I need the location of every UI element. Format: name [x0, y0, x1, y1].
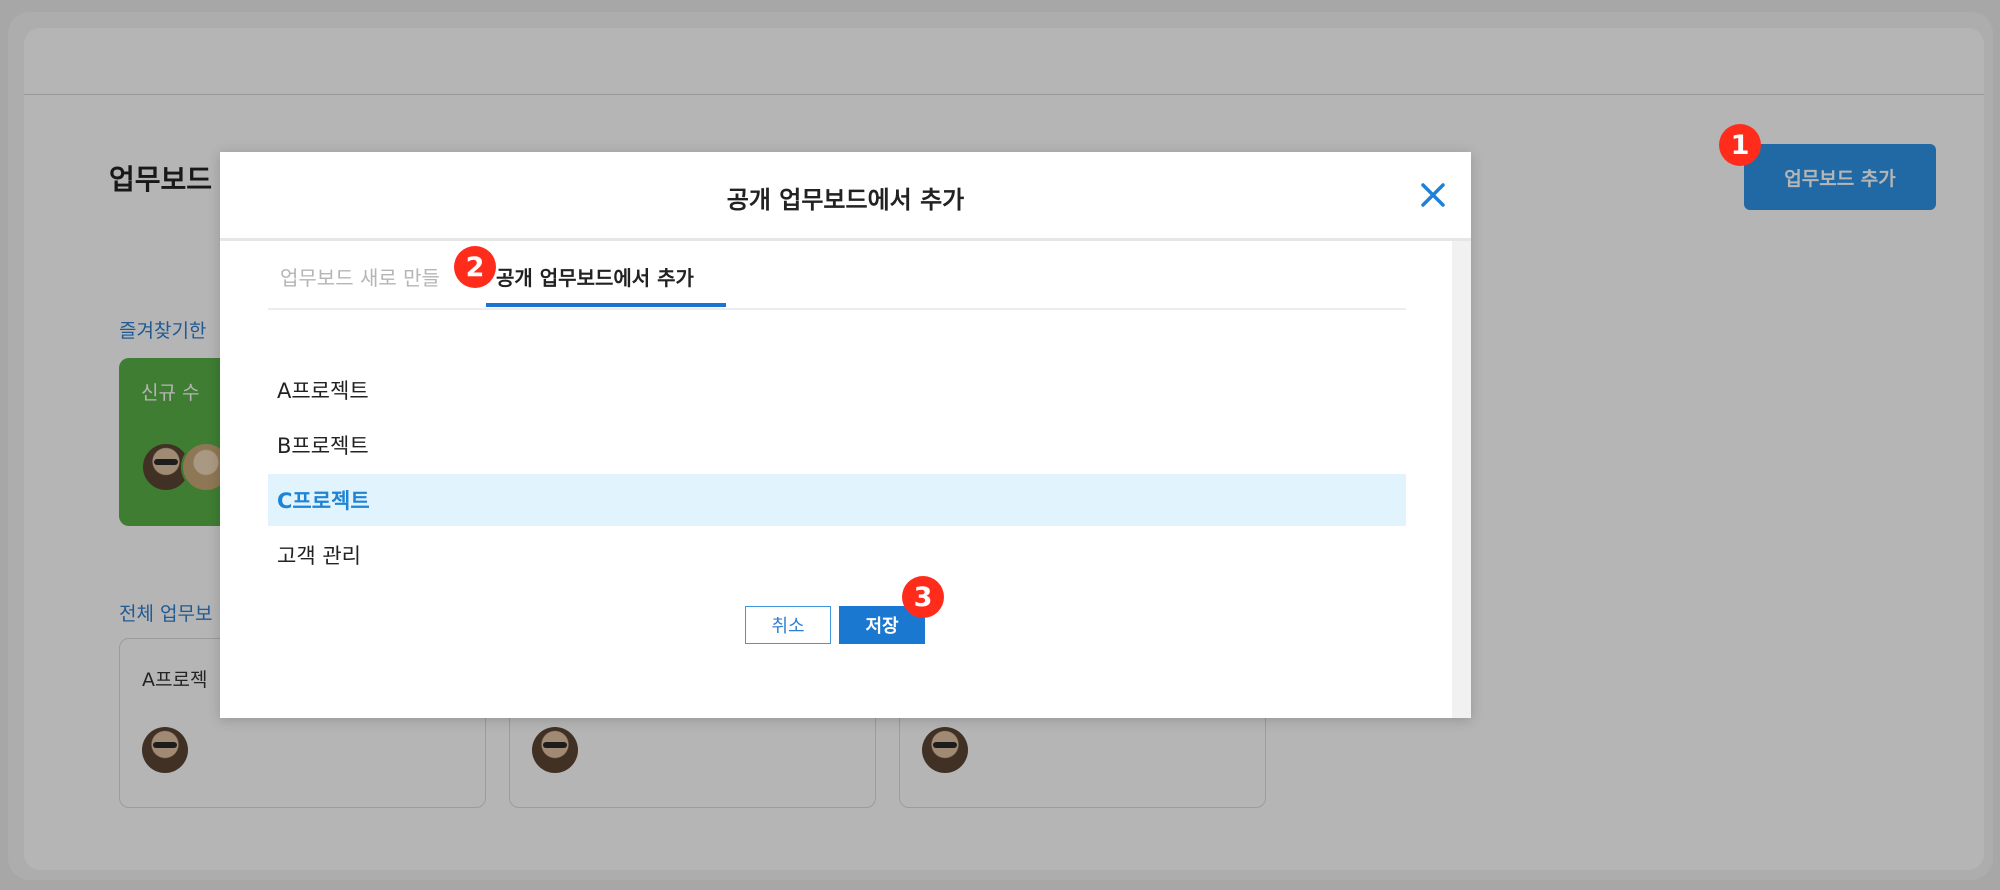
add-from-public-board-dialog: 공개 업무보드에서 추가 업무보드 새로 만들 공개 업무보드에서 추가 A프로… [220, 152, 1471, 718]
dialog-scrollbar[interactable] [1452, 241, 1471, 718]
list-item[interactable]: B프로젝트 [268, 419, 1406, 471]
tab-add-from-public-board[interactable]: 공개 업무보드에서 추가 [496, 262, 694, 291]
step-marker-2: 2 [454, 246, 496, 288]
public-board-list: A프로젝트 B프로젝트 C프로젝트 고객 관리 [268, 364, 1406, 584]
list-item[interactable]: A프로젝트 [268, 364, 1406, 416]
list-item-selected[interactable]: C프로젝트 [268, 474, 1406, 526]
cancel-button[interactable]: 취소 [745, 606, 831, 644]
close-icon[interactable] [1415, 177, 1451, 213]
step-marker-3: 3 [902, 576, 944, 618]
active-tab-indicator [486, 303, 726, 307]
dialog-tabs: 업무보드 새로 만들 공개 업무보드에서 추가 [268, 242, 1406, 310]
tab-create-new-board[interactable]: 업무보드 새로 만들 [280, 262, 440, 291]
dialog-header: 공개 업무보드에서 추가 [220, 152, 1471, 241]
dialog-title: 공개 업무보드에서 추가 [726, 186, 965, 214]
step-marker-1: 1 [1719, 124, 1761, 166]
list-item[interactable]: 고객 관리 [268, 529, 1406, 581]
